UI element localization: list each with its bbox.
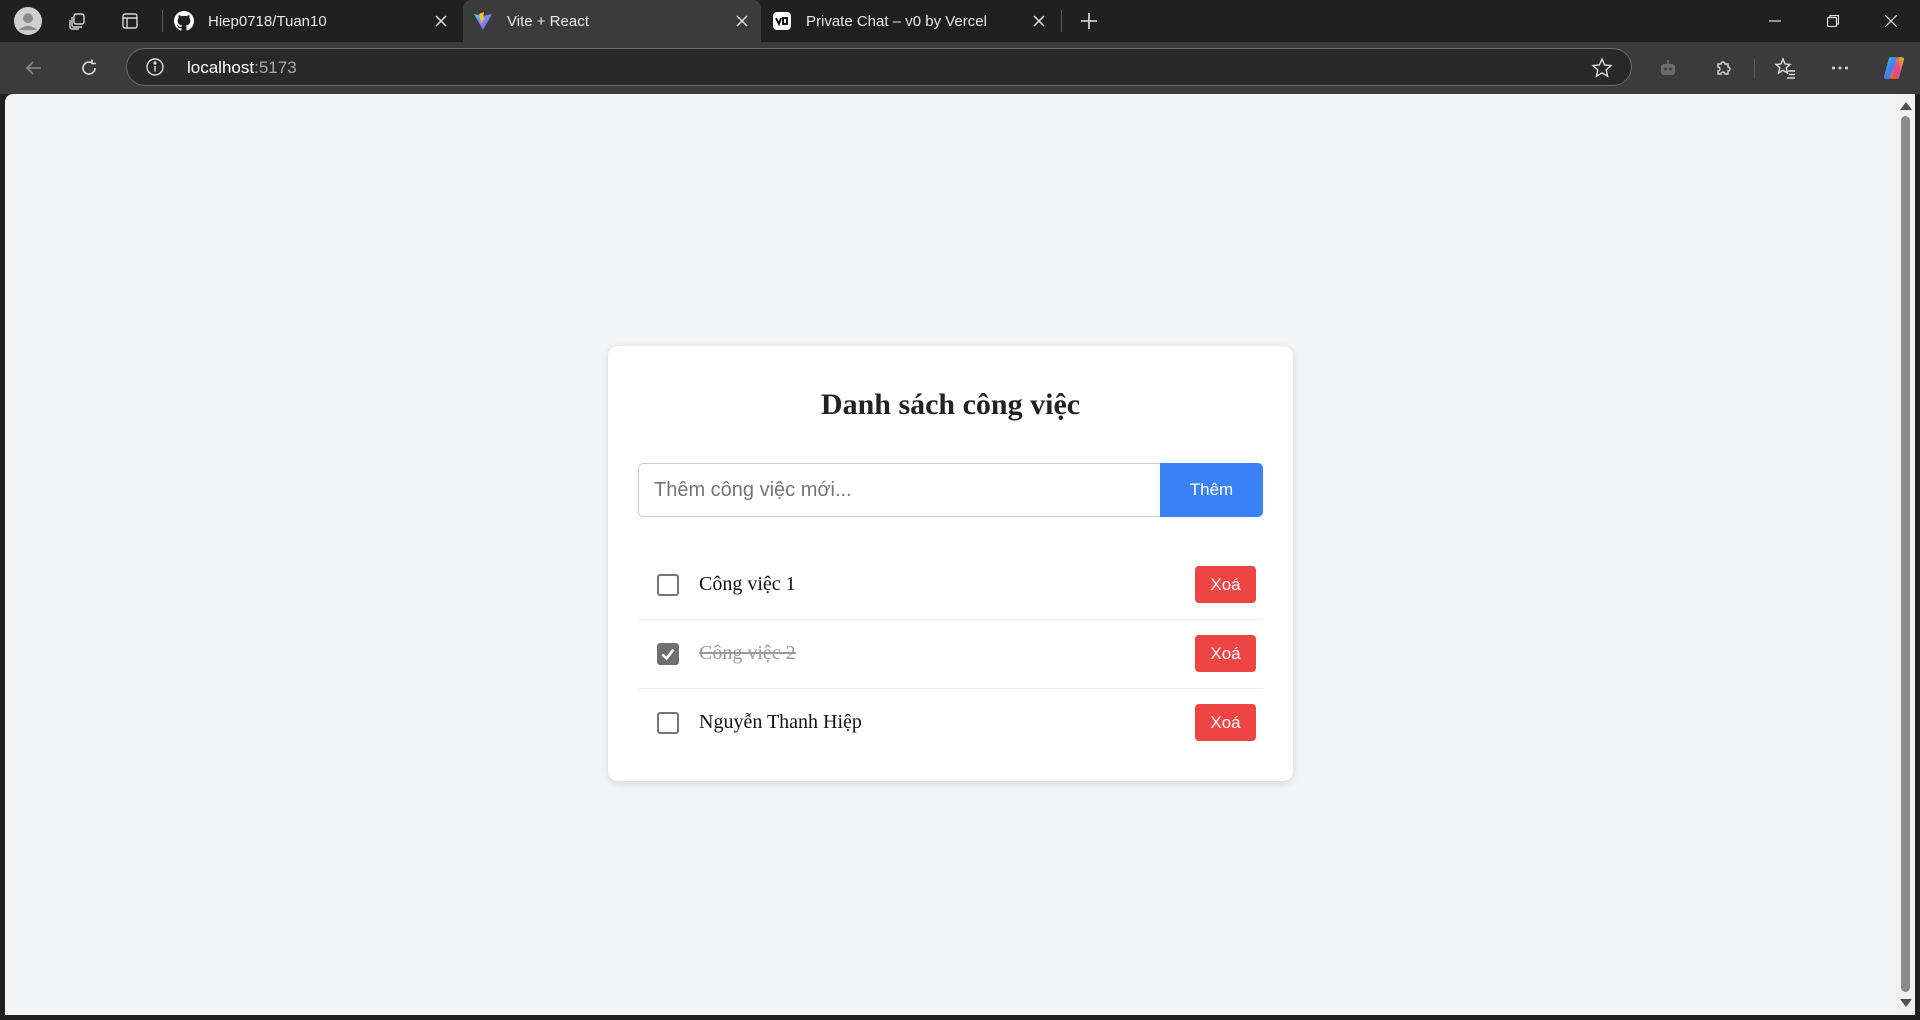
todo-card: Danh sách công việc Thêm Công việc 1 Xoá… (608, 346, 1293, 781)
browser-toolbar: localhost:5173 (0, 42, 1920, 94)
close-tab-icon[interactable] (1026, 8, 1052, 34)
scroll-down-arrow-icon[interactable] (1900, 999, 1912, 1007)
copilot-icon[interactable] (1876, 50, 1912, 86)
url-port: :5173 (254, 58, 297, 77)
todo-checkbox-checked[interactable] (657, 643, 679, 665)
workspaces-icon[interactable] (61, 6, 93, 36)
close-tab-icon[interactable] (428, 8, 454, 34)
refresh-icon[interactable] (71, 50, 107, 86)
tab-separator (1061, 10, 1062, 32)
new-tab-icon[interactable] (1072, 6, 1106, 36)
minimize-icon[interactable] (1746, 0, 1804, 42)
url-host: localhost (187, 58, 255, 77)
todo-checkbox[interactable] (657, 712, 679, 734)
vertical-tabs-icon[interactable] (114, 6, 146, 36)
scroll-up-arrow-icon[interactable] (1900, 102, 1912, 110)
back-arrow-icon[interactable] (16, 50, 52, 86)
favorite-star-icon[interactable] (1591, 57, 1613, 79)
profile-avatar-icon[interactable] (12, 6, 44, 36)
toolbar-separator (1754, 59, 1755, 79)
page-viewport: Danh sách công việc Thêm Công việc 1 Xoá… (5, 94, 1896, 1015)
todo-item: Công việc 1 Xoá (638, 551, 1263, 620)
todo-item: Công việc 2 Xoá (638, 620, 1263, 689)
tab-github[interactable]: Hiep0718/Tuan10 (164, 0, 460, 42)
v0-icon (772, 11, 792, 31)
url-text: localhost:5173 (187, 58, 297, 78)
todo-list: Công việc 1 Xoá Công việc 2 Xoá Nguyễn T… (638, 551, 1263, 757)
delete-todo-button[interactable]: Xoá (1195, 566, 1256, 603)
delete-todo-button[interactable]: Xoá (1195, 635, 1256, 672)
close-window-icon[interactable] (1862, 0, 1920, 42)
tab-title: Vite + React (507, 12, 589, 30)
todo-checkbox[interactable] (657, 574, 679, 596)
copilot-robot-icon[interactable] (1650, 50, 1686, 86)
todo-item: Nguyễn Thanh Hiệp Xoá (638, 689, 1263, 757)
address-bar[interactable]: localhost:5173 (126, 48, 1632, 86)
close-tab-icon[interactable] (729, 8, 755, 34)
vertical-scrollbar[interactable] (1896, 94, 1915, 1015)
tab-title: Hiep0718/Tuan10 (208, 12, 327, 30)
todo-text: Công việc 1 (699, 573, 796, 595)
todo-text: Nguyễn Thanh Hiệp (699, 711, 862, 733)
restore-icon[interactable] (1804, 0, 1862, 42)
delete-todo-button[interactable]: Xoá (1195, 704, 1256, 741)
github-icon (174, 11, 194, 31)
scroll-thumb[interactable] (1901, 116, 1910, 992)
tab-vite-react[interactable]: Vite + React (463, 0, 761, 42)
checkmark-icon (661, 648, 675, 661)
new-todo-input[interactable] (638, 463, 1160, 517)
tab-separator (162, 10, 163, 32)
favorites-list-icon[interactable] (1767, 50, 1803, 86)
todo-text: Công việc 2 (699, 642, 796, 664)
page-title: Danh sách công việc (820, 388, 1081, 421)
extensions-icon[interactable] (1706, 50, 1742, 86)
tab-v0-vercel[interactable]: Private Chat – v0 by Vercel (762, 0, 1058, 42)
tab-title: Private Chat – v0 by Vercel (806, 12, 987, 30)
vite-icon (473, 11, 493, 31)
more-menu-icon[interactable] (1822, 50, 1858, 86)
add-todo-button[interactable]: Thêm (1160, 463, 1263, 517)
window-frame (1915, 94, 1920, 1020)
window-frame (0, 1015, 1920, 1020)
tab-strip: Hiep0718/Tuan10 Vite + React Private Cha… (0, 0, 1920, 42)
site-info-icon[interactable] (145, 57, 165, 77)
